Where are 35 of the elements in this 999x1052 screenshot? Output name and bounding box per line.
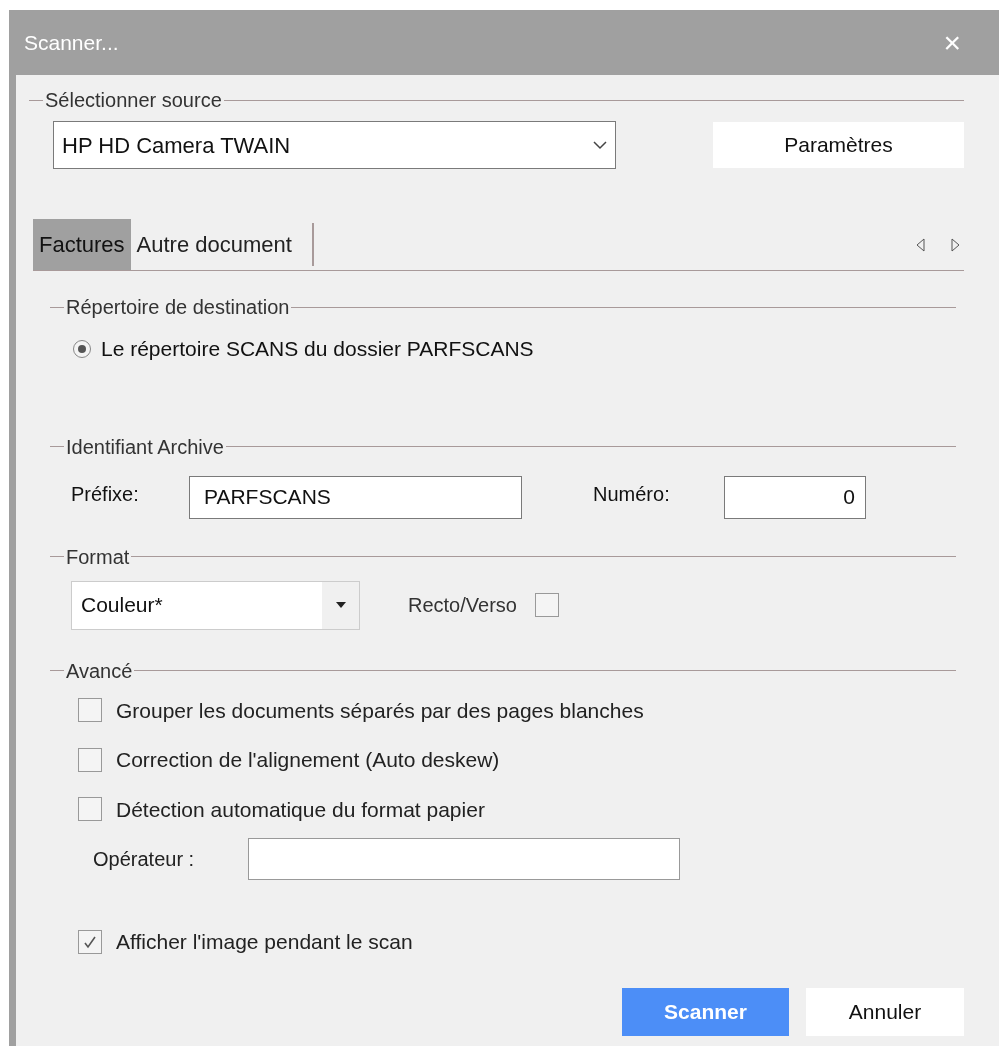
checkbox[interactable] bbox=[534, 593, 559, 617]
checkbox[interactable] bbox=[78, 747, 102, 772]
checkbox-label: Afficher l'image pendant le scan bbox=[116, 929, 413, 955]
duplex-label: Recto/Verso bbox=[408, 593, 517, 618]
checkbox[interactable] bbox=[78, 929, 102, 954]
format-dropdown[interactable]: Couleur* bbox=[71, 580, 360, 630]
chevron-down-icon bbox=[593, 140, 607, 150]
settings-button[interactable]: Paramètres bbox=[713, 122, 964, 168]
prefix-field[interactable]: PARFSCANS bbox=[189, 475, 522, 519]
operator-field[interactable] bbox=[248, 838, 680, 880]
dropdown-arrow-icon bbox=[335, 602, 346, 608]
checkbox-label: Détection automatique du format papier bbox=[116, 796, 485, 823]
tab[interactable]: Autre document bbox=[130, 223, 314, 266]
prefix-label: Préfixe: bbox=[71, 482, 140, 507]
scroll-right-icon[interactable] bbox=[951, 237, 960, 252]
scroll-left-icon[interactable] bbox=[916, 237, 925, 252]
radio-label: Le répertoire SCANS du dossier PARFSCANS bbox=[101, 336, 534, 362]
group-label: Sélectionner source bbox=[44, 90, 223, 110]
checkbox-label: Correction de l'alignement (Auto deskew) bbox=[116, 747, 500, 773]
check-icon bbox=[83, 934, 97, 949]
window-title: Scanner... bbox=[24, 29, 119, 56]
radio-button[interactable] bbox=[73, 339, 91, 358]
group-label: Avancé bbox=[65, 660, 134, 681]
source-dropdown[interactable]: HP HD Camera TWAIN bbox=[53, 121, 616, 169]
cancel-button[interactable]: Annuler bbox=[806, 987, 964, 1036]
group-label: Identifiant Archive bbox=[65, 436, 225, 457]
number-label: Numéro: bbox=[593, 482, 671, 507]
group-label: Format bbox=[65, 546, 131, 567]
checkbox-label: Grouper les documents séparés par des pages blanches bbox=[116, 697, 644, 724]
checkbox[interactable] bbox=[78, 797, 102, 822]
number-field[interactable]: 0 bbox=[724, 475, 866, 519]
checkbox[interactable] bbox=[78, 698, 102, 723]
tab[interactable]: Factures bbox=[33, 219, 131, 270]
group-label: Répertoire de destination bbox=[65, 297, 291, 317]
operator-label: Opérateur : bbox=[93, 847, 196, 872]
